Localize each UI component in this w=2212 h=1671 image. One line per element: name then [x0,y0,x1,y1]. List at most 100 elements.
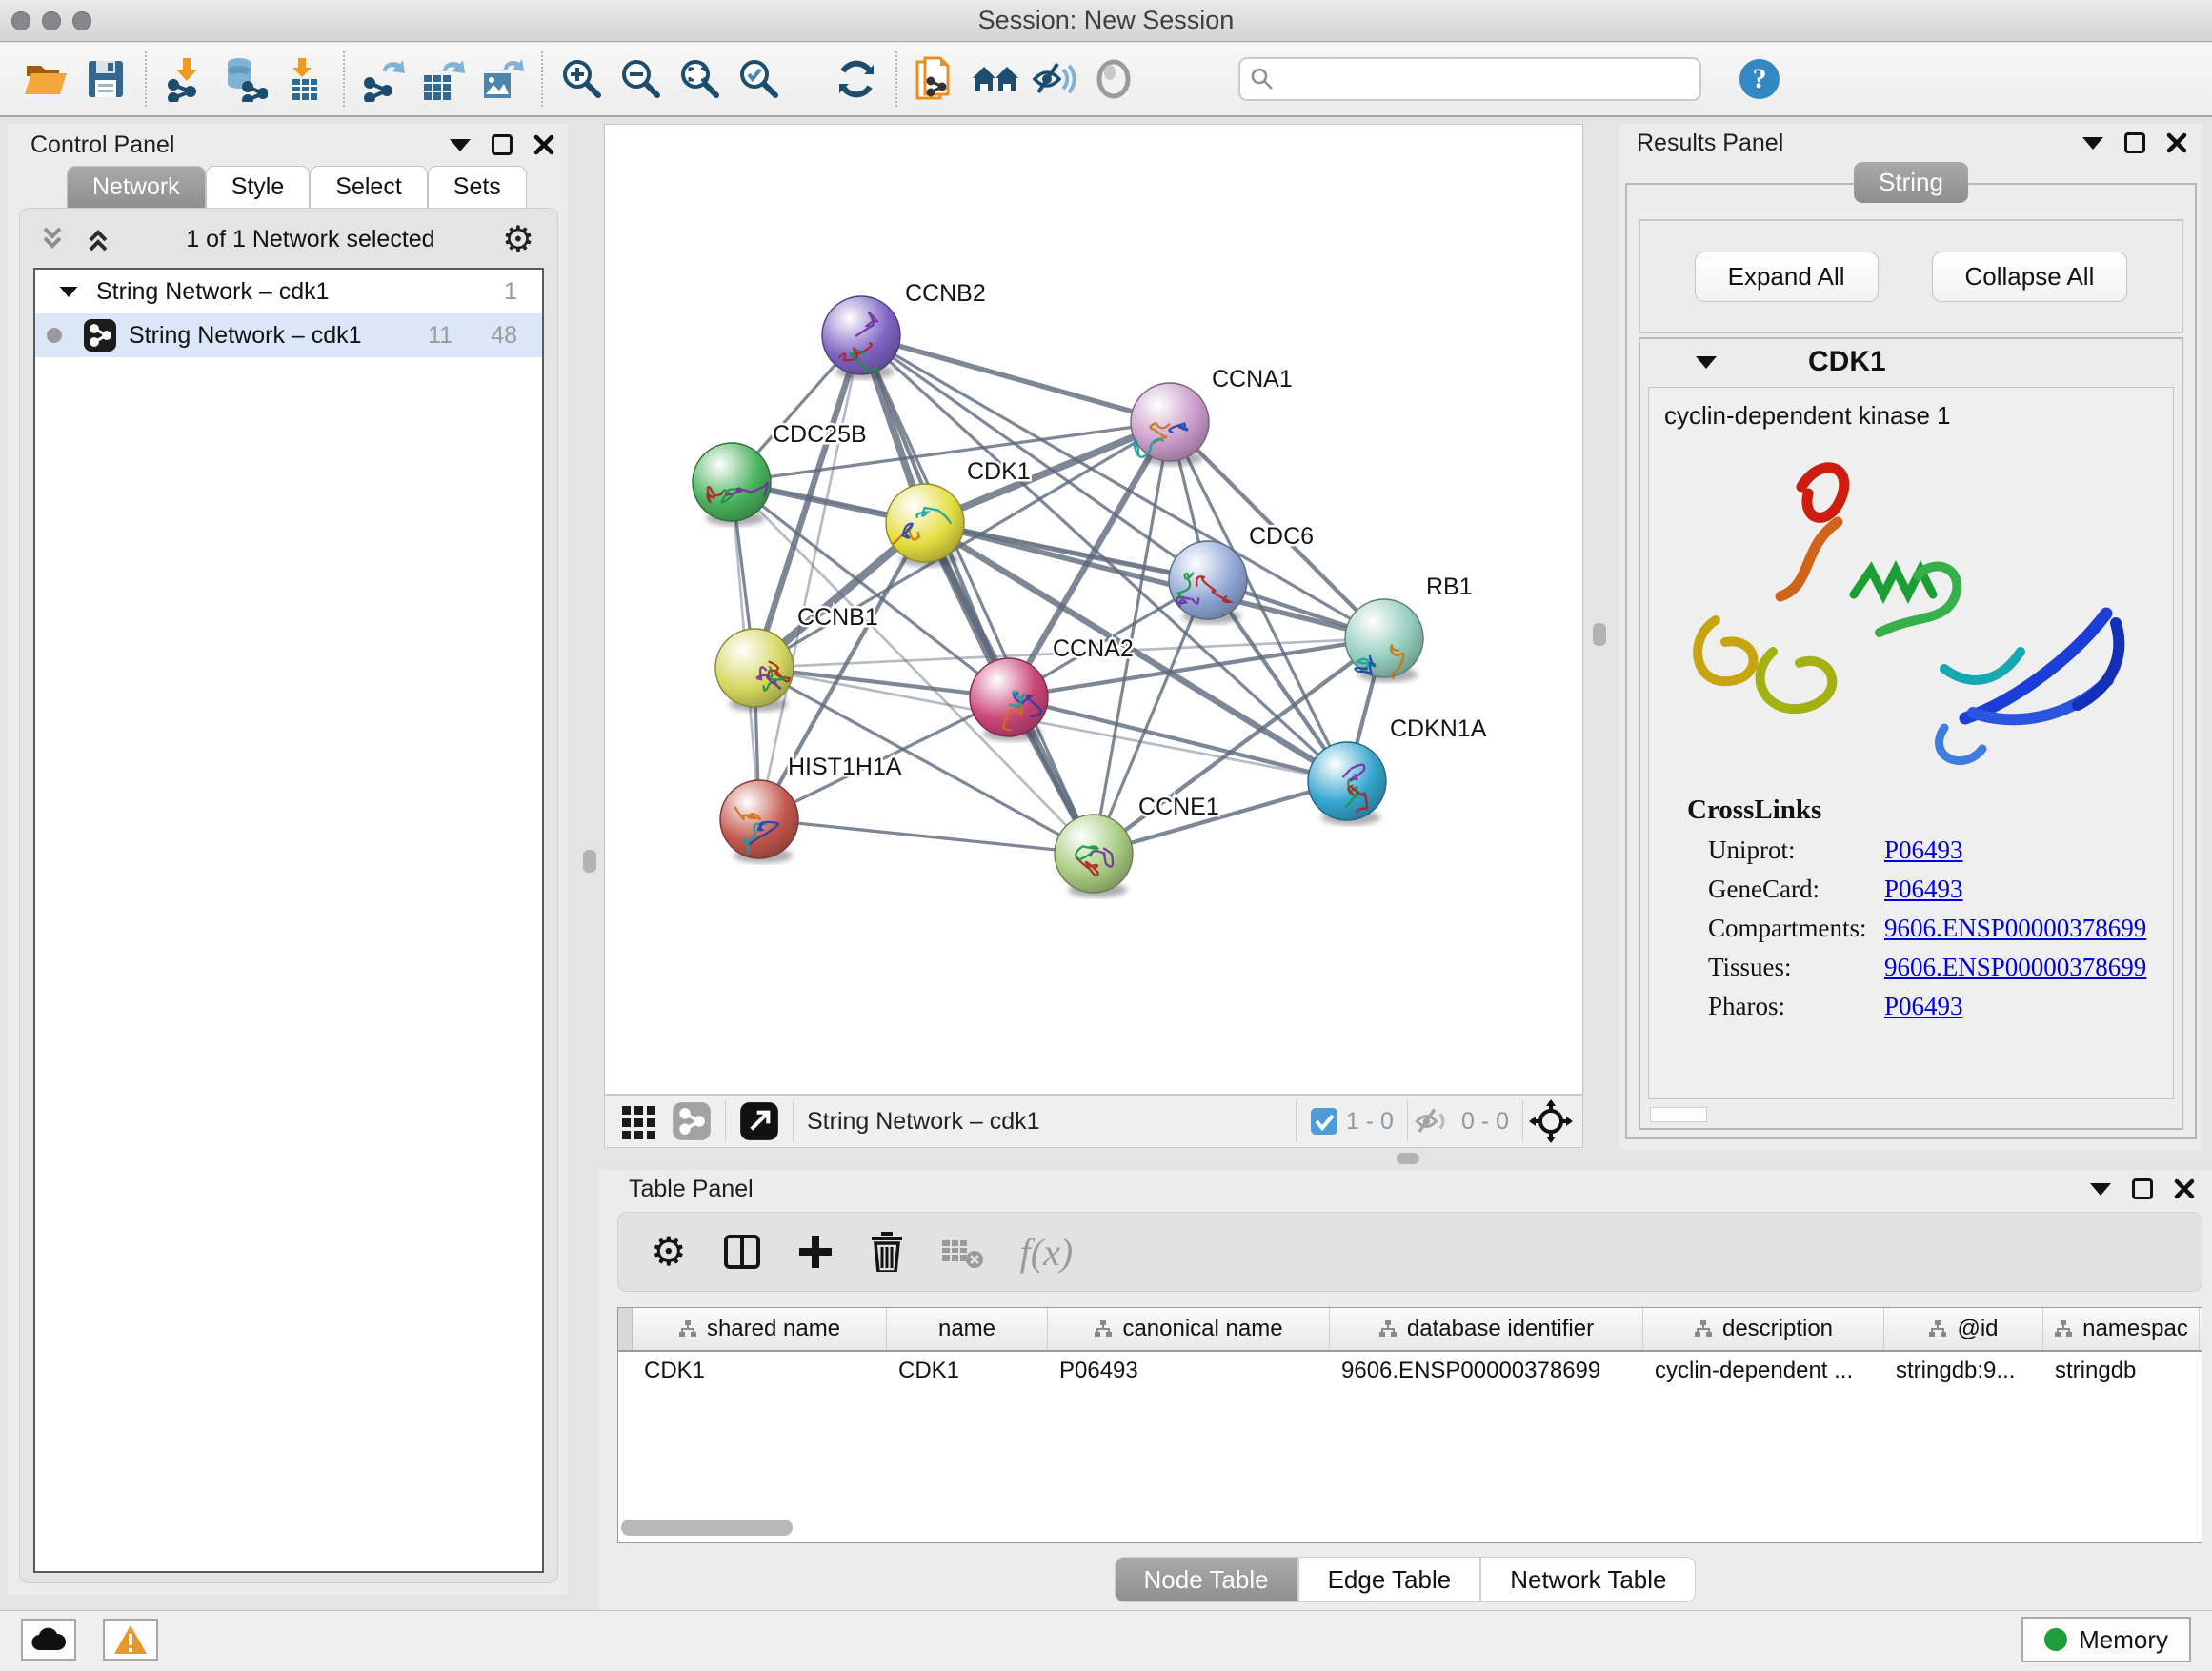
network-thumbnail-icon[interactable] [672,1101,712,1141]
right-splitter-handle[interactable] [1593,623,1606,646]
crosslink-link[interactable]: P06493 [1884,875,1963,904]
tree-expand-icon[interactable] [60,286,78,296]
string-network-graph[interactable]: CCNB2CCNA1CDC25BCDK1CDC6RB1CCNB1CCNA2CDK… [605,125,1584,1096]
table-settings-gear-icon[interactable]: ⚙ [651,1232,687,1272]
close-results-panel-icon[interactable] [2166,132,2187,153]
column-header-name[interactable]: name [887,1308,1048,1350]
table-cell[interactable]: stringdb [2043,1358,2200,1384]
show-columns-icon[interactable] [723,1233,761,1271]
table-cell[interactable]: CDK1 [633,1358,887,1384]
export-table-button[interactable] [413,49,473,110]
column-header-description[interactable]: description [1643,1308,1884,1350]
column-header-canonical-name[interactable]: canonical name [1048,1308,1330,1350]
gear-icon[interactable]: ⚙ [502,221,534,257]
tab-network-table[interactable]: Network Table [1480,1557,1696,1602]
network-row-selected[interactable]: String Network – cdk1 11 48 [35,313,542,357]
show-grid-icon[interactable] [620,1102,658,1140]
node-CCNB1[interactable] [715,629,794,707]
entry-hscroll-thumb[interactable] [1650,1107,1707,1122]
node-CDC25B[interactable] [693,443,771,521]
float-table-panel-icon[interactable] [2132,1178,2153,1199]
open-session-button[interactable] [17,49,76,110]
collapse-table-panel-icon[interactable] [2090,1183,2111,1196]
collapse-all-networks-icon[interactable] [87,225,119,253]
zoom-fit-button[interactable] [671,49,730,110]
tab-node-table[interactable]: Node Table [1115,1557,1298,1602]
crosslink-link[interactable]: P06493 [1884,836,1963,865]
node-CCNB2[interactable] [822,296,900,374]
node-CCNA1[interactable] [1131,383,1209,461]
table-cell[interactable]: cyclin-dependent ... [1643,1358,1884,1384]
node-CCNE1[interactable] [1055,815,1133,893]
glass-ball-effect-button[interactable] [1084,49,1143,110]
hide-glass-effect-button[interactable] [1025,49,1084,110]
tab-select[interactable]: Select [310,166,427,208]
delete-table-icon[interactable] [940,1235,984,1269]
node-CDK1[interactable] [886,484,964,562]
left-splitter-handle[interactable] [583,850,596,873]
horizontal-splitter-handle[interactable] [1397,1153,1419,1164]
crosslink-link[interactable]: P06493 [1884,992,1963,1021]
network-collection-row[interactable]: String Network – cdk1 1 [35,270,542,313]
close-table-panel-icon[interactable] [2174,1178,2195,1199]
search-box[interactable] [1238,57,1701,101]
import-network-from-file-button[interactable] [156,49,215,110]
zoom-selected-button[interactable] [730,49,789,110]
function-builder-icon[interactable]: f(x) [1020,1230,1074,1275]
table-cell[interactable]: P06493 [1048,1358,1330,1384]
tab-edge-table[interactable]: Edge Table [1298,1557,1481,1602]
zoom-in-button[interactable] [553,49,612,110]
string-home-button[interactable] [966,49,1025,110]
tab-string[interactable]: String [1854,162,1968,203]
collapse-panel-icon[interactable] [450,139,471,151]
float-panel-icon[interactable] [492,134,513,155]
export-network-button[interactable] [354,49,413,110]
search-input[interactable] [1275,66,1675,92]
node-CDC6[interactable] [1169,541,1247,619]
delete-column-trash-icon[interactable] [870,1232,904,1272]
expand-all-button[interactable]: Expand All [1695,252,1879,302]
edge-CCNB2-HIST1H1A[interactable] [759,335,861,819]
add-column-plus-icon[interactable] [797,1234,834,1270]
crosslink-link[interactable]: 9606.ENSP00000378699 [1884,914,2146,943]
node-details-header[interactable]: CDK1 [1640,339,2182,385]
tab-sets[interactable]: Sets [428,166,527,208]
warnings-button[interactable] [103,1619,158,1661]
float-results-panel-icon[interactable] [2124,132,2145,153]
birds-eye-view-icon[interactable] [1529,1099,1573,1143]
tab-style[interactable]: Style [206,166,311,208]
hidden-eye-slash-icon[interactable] [1414,1105,1454,1137]
node-RB1[interactable] [1345,599,1423,677]
help-button[interactable]: ? [1730,49,1789,110]
collapse-entry-icon[interactable] [1696,356,1717,369]
tab-network[interactable]: Network [67,166,206,208]
table-row[interactable]: CDK1CDK1P064939606.ENSP00000378699cyclin… [618,1352,2202,1390]
column-header--id[interactable]: @id [1884,1308,2043,1350]
import-table-button[interactable] [274,49,333,110]
collapse-results-panel-icon[interactable] [2082,137,2103,150]
zoom-out-button[interactable] [612,49,671,110]
column-header-namespac[interactable]: namespac [2043,1308,2200,1350]
memory-button[interactable]: Memory [2021,1617,2191,1662]
import-network-from-database-button[interactable] [215,49,274,110]
collapse-all-button[interactable]: Collapse All [1932,252,2128,302]
table-cell[interactable]: 9606.ENSP00000378699 [1330,1358,1643,1384]
column-header-shared-name[interactable]: shared name [633,1308,887,1350]
table-cell[interactable]: CDK1 [887,1358,1048,1384]
node-CDKN1A[interactable] [1308,742,1386,820]
cloud-status-button[interactable] [21,1619,76,1661]
node-table[interactable]: shared namenamecanonical namedatabase id… [617,1307,2202,1543]
crosslink-link[interactable]: 9606.ENSP00000378699 [1884,953,2146,982]
close-panel-icon[interactable] [533,134,554,155]
network-view-canvas[interactable]: CCNB2CCNA1CDC25BCDK1CDC6RB1CCNB1CCNA2CDK… [604,124,1583,1095]
edge-CDK1-RB1[interactable] [925,523,1384,638]
column-header-database-identifier[interactable]: database identifier [1330,1308,1643,1350]
apply-layout-button[interactable] [827,49,886,110]
table-hscroll-thumb[interactable] [621,1520,793,1536]
open-in-new-window-icon[interactable] [739,1101,779,1141]
share-session-file-button[interactable] [907,49,966,110]
table-cell[interactable]: stringdb:9... [1884,1358,2043,1384]
expand-all-networks-icon[interactable] [41,225,73,253]
selected-checkbox-icon[interactable] [1310,1107,1338,1136]
save-session-button[interactable] [76,49,135,110]
